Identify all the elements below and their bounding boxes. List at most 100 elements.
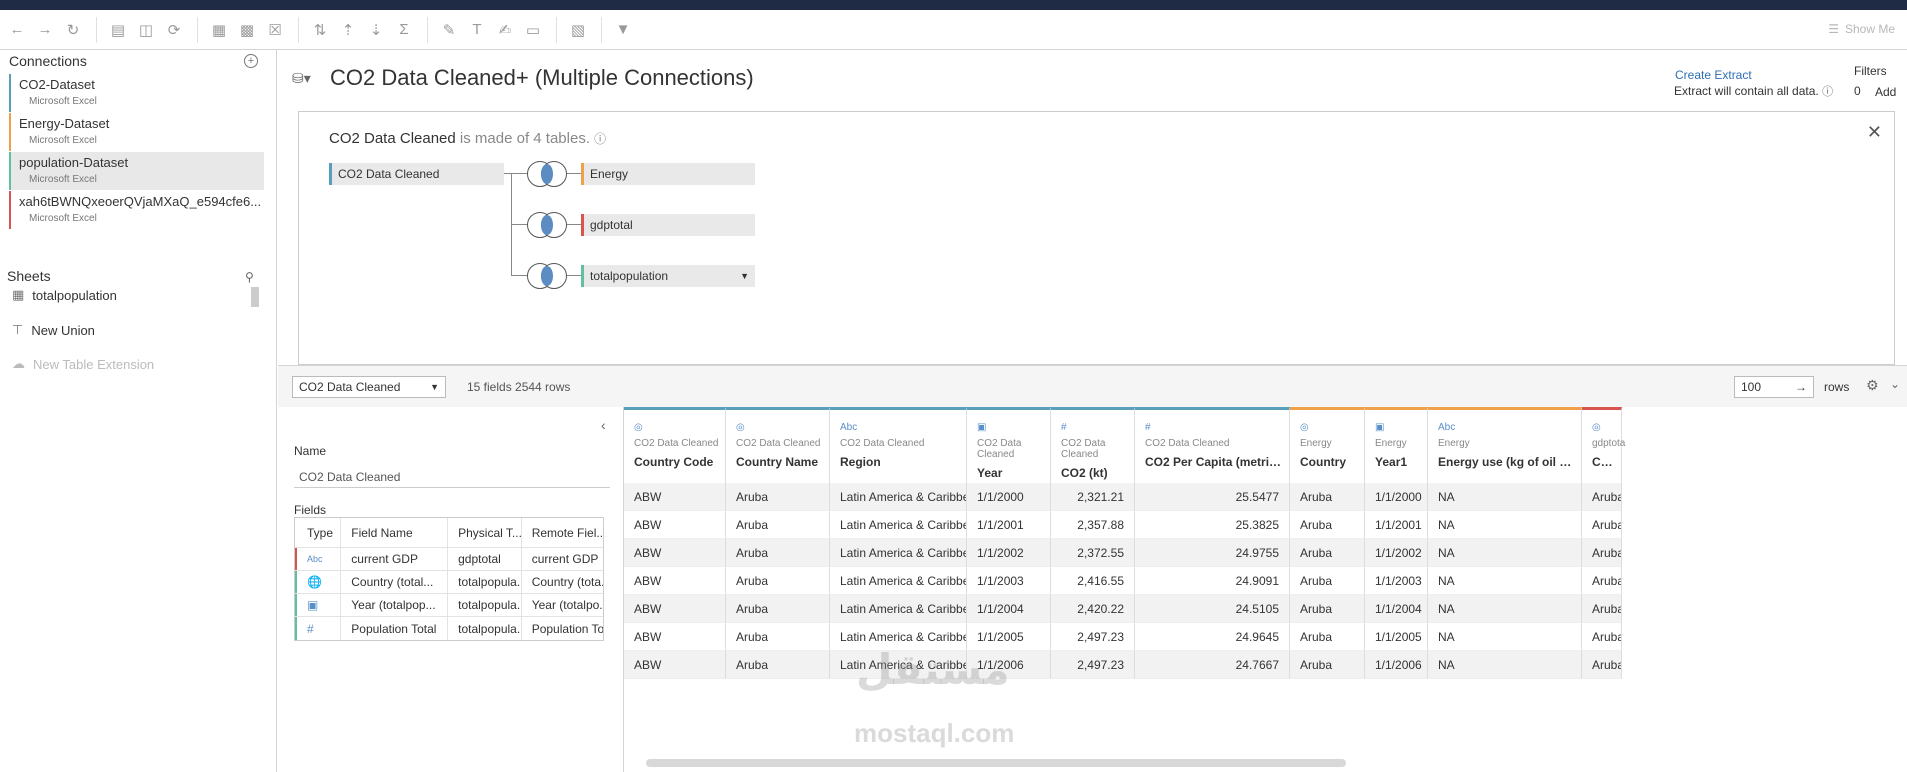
grid-cell[interactable]: 1/1/2004 xyxy=(1365,595,1428,623)
number-type-icon[interactable]: # xyxy=(1145,422,1289,438)
grid-cell[interactable]: ABW xyxy=(624,511,726,539)
table-gdptotal[interactable]: gdptotal xyxy=(581,214,755,236)
sheet-item-totalpopulation[interactable]: ▦ totalpopulation xyxy=(12,287,117,303)
grid-cell[interactable]: 24.9645 xyxy=(1135,623,1290,651)
connection-energy[interactable]: Energy-Dataset Microsoft Excel xyxy=(9,113,264,151)
show-me-button[interactable]: ☰ Show Me xyxy=(1828,22,1895,36)
grid-cell[interactable]: 1/1/2001 xyxy=(967,511,1051,539)
label-icon[interactable]: T xyxy=(464,17,490,43)
grid-column-header[interactable]: ◎ Energy Country xyxy=(1290,407,1365,483)
globe-icon[interactable]: ◎ xyxy=(634,422,725,438)
add-connection-icon[interactable]: + xyxy=(244,54,258,68)
grid-cell[interactable]: 1/1/2006 xyxy=(1365,651,1428,679)
field-row[interactable]: Abc current GDP gdptotal current GDP xyxy=(295,548,603,571)
grid-column-header[interactable]: ▣ Energy Year1 xyxy=(1365,407,1428,483)
grid-cell[interactable]: 2,321.21 xyxy=(1051,483,1135,511)
highlight-icon[interactable]: ✎ xyxy=(436,17,462,43)
col-header[interactable]: Field Name xyxy=(341,518,449,547)
new-datasource-icon[interactable]: ▤ xyxy=(105,17,131,43)
grid-cell[interactable]: 24.5105 xyxy=(1135,595,1290,623)
string-type-icon[interactable]: Abc xyxy=(1438,422,1581,438)
globe-icon[interactable]: 🌐 xyxy=(295,571,342,593)
table-totalpopulation[interactable]: totalpopulation ▼ xyxy=(581,265,755,287)
grid-cell[interactable]: Latin America & Caribbean xyxy=(830,539,967,567)
grid-cell[interactable]: Aruba xyxy=(1290,623,1365,651)
col-header[interactable]: Physical T... xyxy=(448,518,522,547)
annotate-icon[interactable]: ✍ xyxy=(492,17,518,43)
refresh-icon[interactable]: ⟳ xyxy=(161,17,187,43)
close-icon[interactable]: ✕ xyxy=(1867,122,1882,143)
string-type-icon[interactable]: Abc xyxy=(295,548,342,570)
new-sheet-icon[interactable]: ▦ xyxy=(206,17,232,43)
clear-sheet-icon[interactable]: ☒ xyxy=(262,17,288,43)
number-type-icon[interactable]: # xyxy=(295,617,342,640)
info-icon[interactable]: ⓘ xyxy=(594,132,606,146)
table-energy[interactable]: Energy xyxy=(581,163,755,185)
grid-cell[interactable]: Aruba xyxy=(726,595,830,623)
grid-cell[interactable]: ABW xyxy=(624,595,726,623)
grid-cell[interactable]: Aruba xyxy=(1290,651,1365,679)
grid-cell[interactable]: 24.9755 xyxy=(1135,539,1290,567)
grid-cell[interactable]: Aruba xyxy=(1290,483,1365,511)
grid-cell[interactable]: Aruba xyxy=(1582,511,1622,539)
calendar-icon[interactable]: ▣ xyxy=(977,422,1050,438)
grid-cell[interactable]: NA xyxy=(1428,623,1582,651)
col-header[interactable]: Type xyxy=(295,518,342,547)
grid-cell[interactable]: 24.7667 xyxy=(1135,651,1290,679)
grid-cell[interactable]: Aruba xyxy=(726,651,830,679)
grid-cell[interactable]: Latin America & Caribbean xyxy=(830,595,967,623)
grid-cell[interactable]: Aruba xyxy=(726,623,830,651)
globe-icon[interactable]: ◎ xyxy=(1300,422,1364,438)
sort-desc-icon[interactable]: ⇣ xyxy=(363,17,389,43)
join-venn-icon[interactable] xyxy=(527,212,567,238)
grid-cell[interactable]: ABW xyxy=(624,483,726,511)
grid-cell[interactable]: Aruba xyxy=(726,567,830,595)
sheets-scrollbar[interactable] xyxy=(251,287,259,307)
field-row[interactable]: # Population Total totalpopula... Popula… xyxy=(295,617,603,640)
grid-cell[interactable]: Aruba xyxy=(1582,567,1622,595)
grid-column-header[interactable]: Abc CO2 Data Cleaned Region xyxy=(830,407,967,483)
grid-cell[interactable]: 2,497.23 xyxy=(1051,623,1135,651)
connection-co2[interactable]: CO2-Dataset Microsoft Excel xyxy=(9,74,264,112)
grid-cell[interactable]: Aruba xyxy=(726,539,830,567)
chevron-down-icon[interactable]: ▼ xyxy=(740,265,749,287)
grid-cell[interactable]: Aruba xyxy=(1290,511,1365,539)
grid-cell[interactable]: Aruba xyxy=(1582,623,1622,651)
grid-column-header[interactable]: ◎gdptota Count xyxy=(1582,407,1625,483)
filters-add-link[interactable]: Add xyxy=(1875,85,1896,99)
grid-cell[interactable]: Latin America & Caribbean xyxy=(830,511,967,539)
grid-cell[interactable]: ABW xyxy=(624,567,726,595)
grid-column-header[interactable]: # CO2 Data Cleaned CO2 Per Capita (metric … xyxy=(1135,407,1290,483)
grid-column-header[interactable]: Abc Energy Energy use (kg of oil eq... xyxy=(1428,407,1582,483)
grid-column-header[interactable]: ◎ CO2 Data Cleaned Country Code xyxy=(624,407,726,483)
grid-cell[interactable]: 1/1/2002 xyxy=(1365,539,1428,567)
connection-population[interactable]: population-Dataset Microsoft Excel xyxy=(9,152,264,190)
grid-cell[interactable]: Aruba xyxy=(1582,539,1622,567)
grid-cell[interactable]: 24.9091 xyxy=(1135,567,1290,595)
grid-cell[interactable]: 2,497.23 xyxy=(1051,651,1135,679)
grid-cell[interactable]: NA xyxy=(1428,539,1582,567)
grid-cell[interactable]: 2,416.55 xyxy=(1051,567,1135,595)
grid-column-header[interactable]: # CO2 Data Cleaned CO2 (kt) xyxy=(1051,407,1135,483)
grid-cell[interactable]: Aruba xyxy=(1582,595,1622,623)
grid-cell[interactable]: NA xyxy=(1428,595,1582,623)
new-union-item[interactable]: ⊤ New Union xyxy=(12,322,95,338)
grid-cell[interactable]: 1/1/2005 xyxy=(1365,623,1428,651)
field-row[interactable]: 🌐 Country (total... totalpopula... Count… xyxy=(295,571,603,594)
grid-cell[interactable]: 1/1/2001 xyxy=(1365,511,1428,539)
grid-cell[interactable]: 2,372.55 xyxy=(1051,539,1135,567)
grid-cell[interactable]: 1/1/2000 xyxy=(1365,483,1428,511)
fit-icon[interactable]: ▭ xyxy=(520,17,546,43)
calendar-icon[interactable]: ▣ xyxy=(1375,422,1427,438)
name-field[interactable]: CO2 Data Cleaned xyxy=(294,467,610,488)
grid-cell[interactable]: 1/1/2002 xyxy=(967,539,1051,567)
swap-icon[interactable]: ⇅ xyxy=(307,17,333,43)
grid-cell[interactable]: Latin America & Caribbean xyxy=(830,567,967,595)
chart-icon[interactable]: ▧ xyxy=(565,17,591,43)
grid-cell[interactable]: ABW xyxy=(624,539,726,567)
table-co2-data-cleaned[interactable]: CO2 Data Cleaned xyxy=(329,163,504,185)
horizontal-scrollbar[interactable] xyxy=(646,759,1346,767)
grid-cell[interactable]: ABW xyxy=(624,623,726,651)
field-row[interactable]: ▣ Year (totalpop... totalpopula... Year … xyxy=(295,594,603,617)
grid-cell[interactable]: NA xyxy=(1428,483,1582,511)
